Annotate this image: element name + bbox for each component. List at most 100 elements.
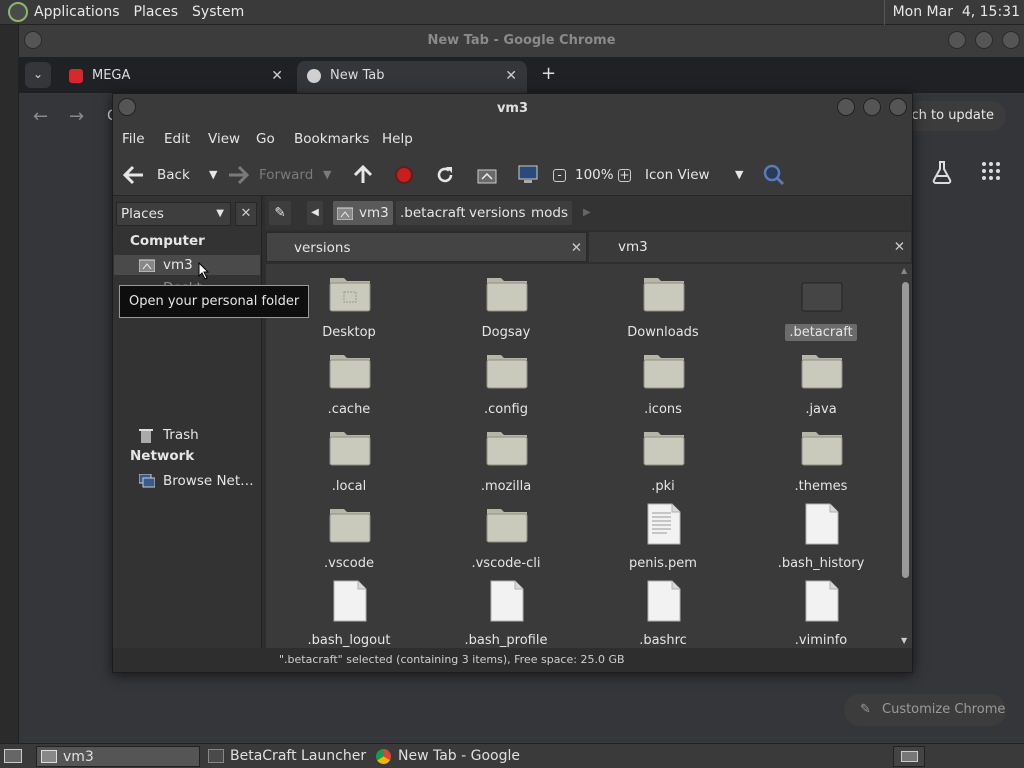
close-button[interactable]: [889, 98, 907, 116]
chevron-down-icon[interactable]: ▼: [209, 154, 217, 196]
close-button[interactable]: [1002, 31, 1020, 49]
clock[interactable]: Mon Mar 4, 15:31: [883, 0, 1024, 25]
back-button[interactable]: Back ▼: [123, 154, 233, 196]
home-icon[interactable]: [476, 165, 498, 185]
file-item[interactable]: .bash_history: [751, 503, 891, 575]
up-arrow-icon[interactable]: [353, 165, 373, 185]
sidebar-item-browse-network[interactable]: Browse Net…: [139, 471, 254, 491]
maximize-button[interactable]: [975, 31, 993, 49]
file-item[interactable]: .java: [751, 351, 891, 421]
tab-versions[interactable]: versions ✕: [266, 232, 587, 262]
file-item[interactable]: .bash_profile: [436, 580, 576, 648]
tab-label: vm3: [618, 239, 648, 255]
window-menu-button[interactable]: [24, 31, 42, 49]
scroll-up-icon[interactable]: ▲: [901, 266, 907, 275]
maximize-button[interactable]: [863, 98, 881, 116]
workspace-switcher[interactable]: [893, 746, 925, 767]
file-name-text: .vscode-cli: [471, 556, 541, 571]
tooltip: Open your personal folder: [119, 285, 310, 318]
close-icon[interactable]: ✕: [505, 61, 517, 91]
file-item[interactable]: .betacraft: [751, 274, 891, 344]
zoom-out-icon[interactable]: -: [553, 154, 567, 196]
file-item[interactable]: .config: [436, 351, 576, 421]
tab-search-button[interactable]: ⌄: [25, 62, 51, 88]
folder-icon: [801, 355, 843, 389]
chrome-titlebar[interactable]: New Tab - Google Chrome: [19, 25, 1024, 57]
file-item[interactable]: Dogsay: [436, 274, 576, 344]
edit-location-button[interactable]: ✎: [269, 201, 291, 225]
sidebar-type-select[interactable]: Places ▼: [116, 202, 231, 226]
file-item[interactable]: .bashrc: [593, 580, 733, 648]
menu-applications[interactable]: Applications: [34, 4, 120, 20]
apps-grid-icon[interactable]: [981, 161, 1001, 181]
folder-icon: [486, 509, 528, 543]
menu-view[interactable]: View: [208, 131, 240, 147]
file-item[interactable]: .bash_logout: [279, 580, 419, 648]
close-icon[interactable]: ✕: [571, 233, 582, 263]
file-item[interactable]: .vscode: [279, 505, 419, 575]
view-mode-select[interactable]: Icon View ▼: [645, 154, 749, 196]
customize-chrome-button[interactable]: ✎ Customize Chrome: [844, 694, 1006, 726]
window-menu-button[interactable]: [118, 98, 136, 116]
zoom-level[interactable]: 100%: [575, 154, 614, 196]
file-manager-titlebar[interactable]: vm3: [113, 94, 912, 124]
scroll-down-icon[interactable]: ▼: [901, 636, 907, 645]
scrollbar-thumb[interactable]: [902, 282, 909, 578]
menu-help[interactable]: Help: [382, 131, 413, 147]
sidebar-item-vm3[interactable]: vm3: [114, 255, 260, 275]
search-icon[interactable]: [763, 164, 785, 186]
close-icon[interactable]: ✕: [894, 232, 905, 262]
taskbar-item-chrome[interactable]: New Tab - Google C...: [372, 746, 544, 767]
file-item[interactable]: .cache: [279, 351, 419, 421]
file-item[interactable]: .mozilla: [436, 428, 576, 498]
close-sidebar-button[interactable]: ✕: [235, 202, 257, 226]
show-desktop-button[interactable]: [0, 746, 28, 767]
path-scroll-right-button[interactable]: ▶: [579, 201, 595, 225]
file-item[interactable]: Downloads: [593, 274, 733, 344]
scrollbar[interactable]: ▲ ▼: [899, 266, 911, 648]
computer-icon[interactable]: [517, 164, 539, 186]
chevron-down-icon: ▼: [216, 208, 224, 219]
file-item[interactable]: .themes: [751, 428, 891, 498]
new-tab-button[interactable]: +: [541, 63, 556, 84]
reload-icon[interactable]: [435, 165, 455, 185]
minimize-button[interactable]: [837, 98, 855, 116]
tab-label: New Tab: [330, 68, 385, 83]
taskbar-item-label: vm3: [63, 749, 94, 765]
sidebar-item-trash[interactable]: Trash: [139, 425, 199, 445]
file-item[interactable]: .icons: [593, 351, 733, 421]
file-item[interactable]: .pki: [593, 428, 733, 498]
stop-icon[interactable]: [394, 165, 414, 185]
tab-new-tab[interactable]: New Tab ✕: [297, 61, 527, 93]
menu-system[interactable]: System: [192, 4, 244, 20]
breadcrumb-vm3[interactable]: vm3: [333, 201, 393, 225]
menu-go[interactable]: Go: [256, 131, 275, 147]
forward-arrow-icon[interactable]: →: [69, 106, 84, 127]
menu-edit[interactable]: Edit: [164, 131, 190, 147]
menu-file[interactable]: File: [122, 131, 145, 147]
file-item[interactable]: penis.pem: [593, 503, 733, 575]
taskbar-item-vm3[interactable]: vm3: [36, 746, 200, 767]
chevron-down-icon[interactable]: ▼: [323, 154, 331, 196]
forward-button[interactable]: Forward ▼: [227, 154, 337, 196]
distro-logo-icon[interactable]: [8, 2, 28, 22]
zoom-in-icon[interactable]: +: [618, 154, 632, 196]
file-item[interactable]: .viminfo: [751, 580, 891, 648]
path-scroll-left-button[interactable]: ◀: [307, 201, 323, 225]
taskbar-item-betacraft[interactable]: BetaCraft Launcher ...: [204, 746, 368, 767]
breadcrumb-versions[interactable]: versions: [465, 201, 530, 225]
breadcrumb-mods[interactable]: mods: [527, 201, 573, 225]
back-arrow-icon: [123, 165, 143, 185]
menu-places[interactable]: Places: [134, 4, 179, 20]
file-item[interactable]: .vscode-cli: [436, 505, 576, 575]
menu-bookmarks[interactable]: Bookmarks: [294, 131, 369, 147]
labs-flask-icon[interactable]: [931, 160, 953, 184]
tab-vm3[interactable]: vm3 ✕: [589, 232, 911, 262]
back-arrow-icon[interactable]: ←: [33, 106, 48, 127]
minimize-button[interactable]: [948, 31, 966, 49]
file-item[interactable]: .local: [279, 428, 419, 498]
close-icon[interactable]: ✕: [271, 61, 283, 91]
breadcrumb-betacraft[interactable]: .betacraft: [396, 201, 470, 225]
folder-icon: [486, 278, 528, 312]
tab-mega[interactable]: MEGA ✕: [59, 61, 293, 93]
